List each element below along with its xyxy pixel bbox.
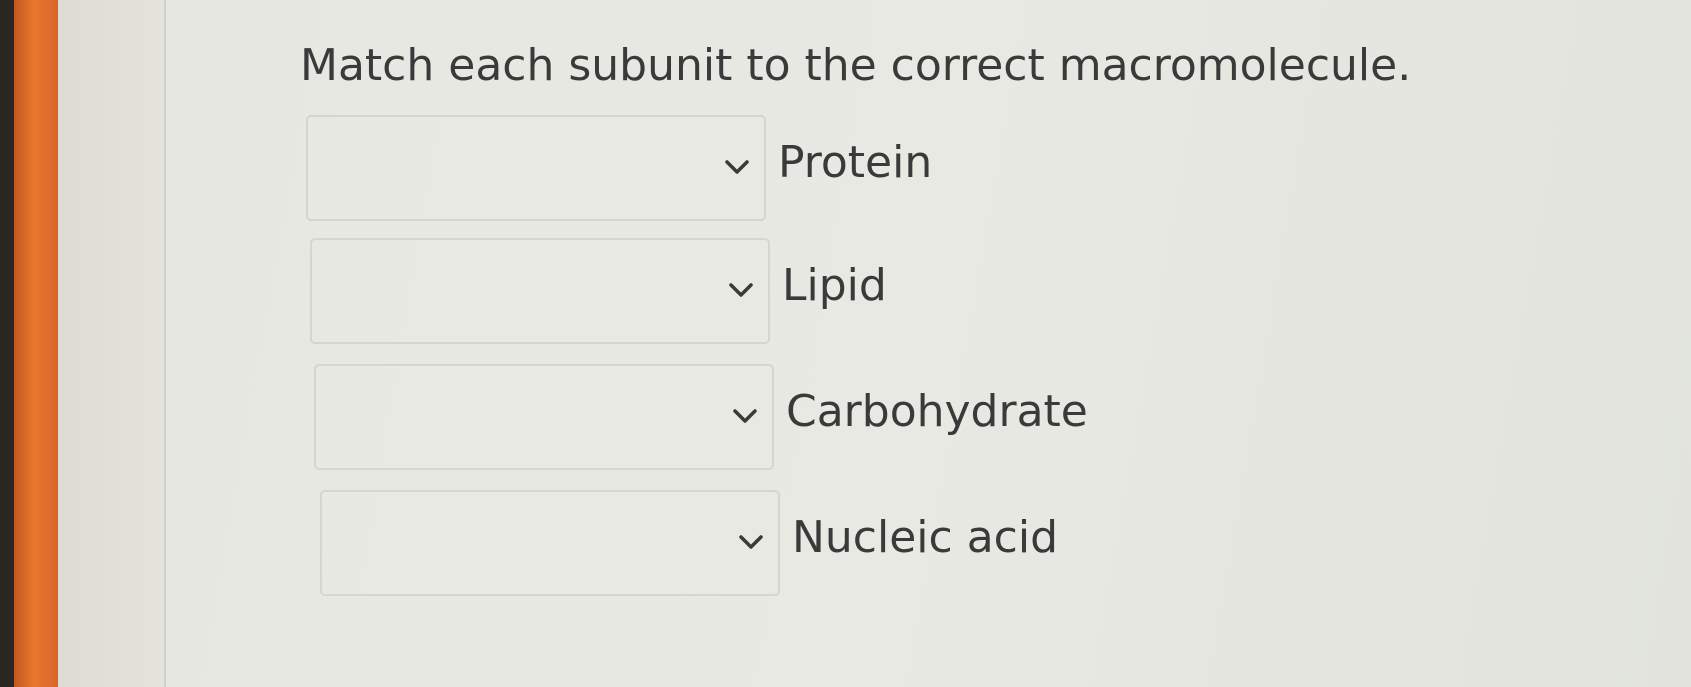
left-gutter <box>58 0 166 687</box>
answer-dropdown-nucleic-acid[interactable] <box>320 490 780 596</box>
answer-dropdown-lipid[interactable] <box>310 238 770 344</box>
match-row-carbohydrate: Carbohydrate <box>314 364 1314 470</box>
term-label-lipid: Lipid <box>782 260 887 311</box>
screen-bezel <box>0 0 14 687</box>
match-row-lipid: Lipid <box>310 238 1310 344</box>
term-label-carbohydrate: Carbohydrate <box>786 386 1088 437</box>
match-row-protein: Protein <box>306 115 1306 221</box>
accent-bar <box>14 0 58 687</box>
term-label-nucleic-acid: Nucleic acid <box>792 512 1058 563</box>
match-row-nucleic-acid: Nucleic acid <box>320 490 1320 596</box>
answer-dropdown-protein[interactable] <box>306 115 766 221</box>
term-label-protein: Protein <box>778 137 933 188</box>
chevron-down-icon[interactable] <box>724 159 750 175</box>
chevron-down-icon[interactable] <box>738 534 764 550</box>
chevron-down-icon[interactable] <box>732 408 758 424</box>
chevron-down-icon[interactable] <box>728 282 754 298</box>
question-prompt: Match each subunit to the correct macrom… <box>300 40 1412 91</box>
answer-dropdown-carbohydrate[interactable] <box>314 364 774 470</box>
